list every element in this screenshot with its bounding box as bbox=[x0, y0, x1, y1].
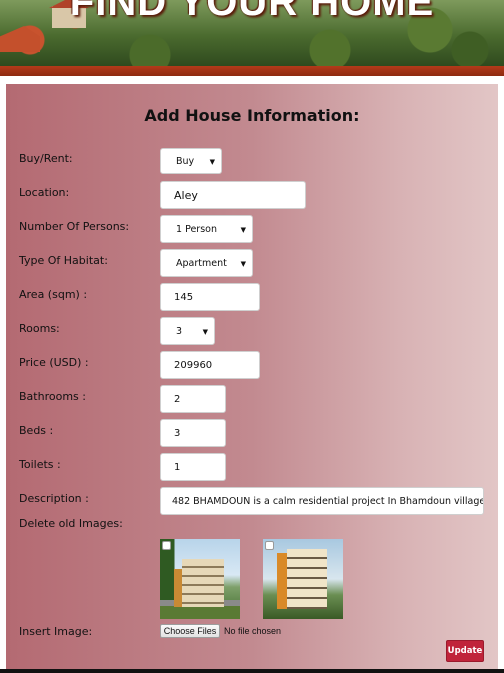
banner-house-image bbox=[0, 26, 40, 52]
chevron-down-icon: ▼ bbox=[240, 260, 246, 268]
building-shape bbox=[182, 559, 224, 607]
bathrooms-label: Bathrooms : bbox=[19, 390, 86, 403]
location-label: Location: bbox=[19, 186, 70, 199]
persons-value: 1 Person bbox=[176, 224, 217, 235]
habitat-label: Type Of Habitat: bbox=[19, 254, 108, 267]
header-divider bbox=[0, 66, 504, 76]
rooms-value: 3 bbox=[176, 326, 183, 337]
buy-rent-label: Buy/Rent: bbox=[19, 152, 73, 165]
rooms-label: Rooms: bbox=[19, 322, 60, 335]
form-heading: Add House Information: bbox=[144, 106, 360, 125]
location-input[interactable]: Aley bbox=[160, 181, 306, 209]
habitat-select[interactable]: Apartment ▼ bbox=[160, 249, 253, 277]
header-gap bbox=[0, 76, 504, 84]
delete-image-2-checkbox[interactable] bbox=[265, 541, 274, 550]
delete-image-1-checkbox[interactable] bbox=[162, 541, 171, 550]
description-input[interactable]: 482 BHAMDOUN is a calm residential proje… bbox=[160, 487, 484, 515]
price-value: 209960 bbox=[174, 360, 213, 371]
toilets-input[interactable]: 1 bbox=[160, 453, 226, 481]
update-button[interactable]: Update bbox=[446, 640, 484, 662]
persons-select[interactable]: 1 Person ▼ bbox=[160, 215, 253, 243]
price-input[interactable]: 209960 bbox=[160, 351, 260, 379]
bathrooms-input[interactable]: 2 bbox=[160, 385, 226, 413]
toilets-label: Toilets : bbox=[19, 458, 61, 471]
persons-label: Number Of Persons: bbox=[19, 220, 130, 233]
header-banner: FIND YOUR HOME bbox=[0, 0, 504, 66]
add-house-form: Add House Information: Buy/Rent: Buy ▼ L… bbox=[6, 84, 498, 673]
delete-images-label: Delete old Images: bbox=[19, 517, 123, 530]
house-image-2 bbox=[263, 539, 343, 619]
site-title: FIND YOUR HOME bbox=[69, 0, 435, 24]
buy-rent-select[interactable]: Buy ▼ bbox=[160, 148, 222, 174]
insert-image-label: Insert Image: bbox=[19, 625, 93, 638]
footer-bar bbox=[0, 669, 504, 673]
beds-label: Beds : bbox=[19, 424, 54, 437]
building-shape bbox=[287, 549, 327, 609]
chevron-down-icon: ▼ bbox=[202, 328, 208, 336]
description-value: 482 BHAMDOUN is a calm residential proje… bbox=[172, 496, 484, 507]
page-edge bbox=[498, 84, 504, 673]
description-label: Description : bbox=[19, 492, 89, 505]
price-label: Price (USD) : bbox=[19, 356, 89, 369]
beds-input[interactable]: 3 bbox=[160, 419, 226, 447]
area-value: 145 bbox=[174, 292, 194, 303]
habitat-value: Apartment bbox=[176, 258, 227, 269]
file-status: No file chosen bbox=[224, 626, 282, 636]
area-input[interactable]: 145 bbox=[160, 283, 260, 311]
area-label: Area (sqm) : bbox=[19, 288, 88, 301]
location-value: Aley bbox=[174, 189, 198, 202]
choose-files-button[interactable]: Choose Files bbox=[160, 624, 220, 638]
rooms-select[interactable]: 3 ▼ bbox=[160, 317, 215, 345]
chevron-down-icon: ▼ bbox=[209, 158, 215, 166]
house-image-1 bbox=[160, 539, 240, 619]
bathrooms-value: 2 bbox=[174, 394, 181, 405]
buy-rent-value: Buy bbox=[176, 156, 195, 167]
chevron-down-icon: ▼ bbox=[240, 226, 246, 234]
toilets-value: 1 bbox=[174, 462, 181, 473]
beds-value: 3 bbox=[174, 428, 181, 439]
